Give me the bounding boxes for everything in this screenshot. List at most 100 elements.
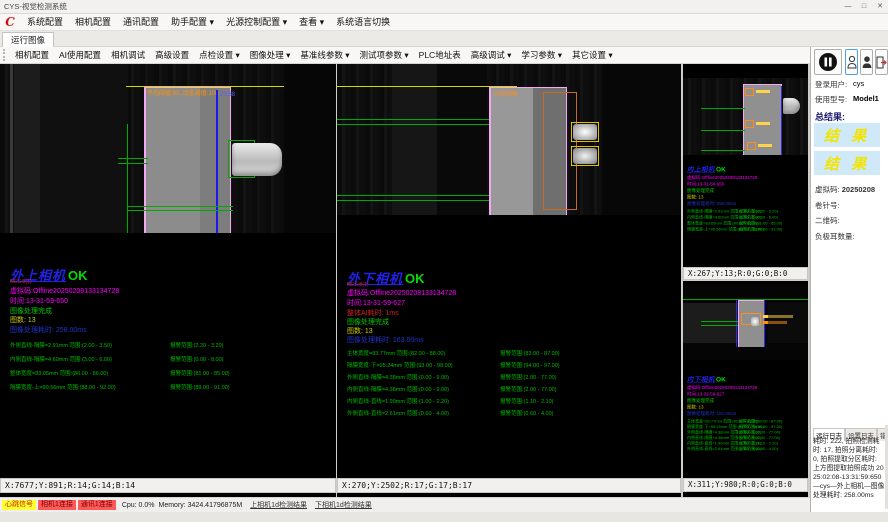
band (768, 303, 808, 343)
minimize-button[interactable]: — (840, 0, 856, 14)
band (602, 64, 681, 215)
measurement-row: 整体宽度=83.05mm 范围:(80.00 - 86.00)报警范围:(81.… (10, 369, 230, 383)
tool-test-params[interactable]: 测试项参数 ▾ (355, 49, 414, 61)
camera-pane-inner-lower[interactable]: 内下相机OK 虚拟码:Offline20250208133134728 时间:1… (683, 281, 808, 497)
toolbar: 相机配置 AI使用配置 相机调试 高级设置 点检设置 ▾ 图像处理 ▾ 基准线参… (0, 47, 810, 64)
measurement-row: 外侧直线-隔膜=2.91mm 范围:(2.00 - 3.50)报警范围:(2.2… (10, 341, 230, 355)
electrode-tab (573, 148, 597, 164)
electrode-tab (573, 124, 597, 140)
camera1-image: 平均阈值:93, 动态阈值:100 23.88 (0, 64, 336, 233)
login-user-button[interactable] (845, 49, 858, 75)
window-bottom-strip (0, 512, 888, 522)
tool-ai-config[interactable]: AI使用配置 (54, 49, 106, 61)
tiny-label-mark (758, 144, 772, 147)
title-bar: CYS-视觉检测系统 (0, 0, 888, 14)
edge-line (10, 64, 13, 233)
measurement-list: 主体宽度=83.77mm 范围:(82.00 - 88.00)报警范围:(83.… (347, 349, 560, 421)
tool-camera-debug[interactable]: 相机调试 (106, 49, 150, 61)
upper-camera-1d-result-link[interactable]: 上相机1d检测结果 (250, 500, 307, 510)
green-measure-line (701, 108, 745, 109)
needle-label: 卷针号: (815, 200, 840, 211)
process-elapsed: 图像处理耗时: 163.00ms (687, 410, 807, 417)
camera4-ok-status: OK (716, 376, 726, 384)
side-panel: 登录用户: cys 使用型号: Model1 总结果: 结 果 结 果 虚拟码:… (810, 47, 888, 512)
capture-time: 时间:13-31-59-627 (347, 298, 405, 308)
pane-divider (683, 280, 808, 281)
measurement-row: 内侧直线-隔膜=4.38mm 范围:(0.00 - 9.00)报警范围:(2.0… (347, 385, 560, 397)
electrode-tab (751, 317, 759, 326)
ai-box-label: AI检测框 (494, 89, 518, 98)
blue-measure-line (216, 90, 218, 233)
maximize-button[interactable]: □ (856, 0, 872, 14)
tool-baseline-params[interactable]: 基准线参数 ▾ (295, 49, 354, 61)
band (40, 64, 128, 233)
virtual-code-label: 虚拟码: (815, 185, 840, 194)
pane-divider (336, 64, 337, 497)
menu-comm-config[interactable]: 通讯配置 (117, 14, 165, 30)
green-measure-line (127, 210, 233, 211)
menu-bar: C 系统配置 相机配置 通讯配置 助手配置 ▾ 光源控制配置 ▾ 查看 ▾ 系统… (0, 14, 888, 31)
tool-advanced-debug[interactable]: 高级调试 ▾ (466, 49, 517, 61)
tool-plc-address[interactable]: PLC地址表 (414, 49, 466, 61)
negative-tab-count-label: 负极耳数量: (815, 231, 855, 242)
camera3-ok-status: OK (716, 166, 726, 174)
green-measure-line (127, 206, 233, 207)
main-image-area: 平均阈值:93, 动态阈值:100 23.88 外上相机OK MES:B(1) … (0, 64, 810, 497)
exit-door-icon (876, 56, 887, 69)
camera3-image (683, 78, 808, 155)
tool-other-settings[interactable]: 其它设置 ▾ (567, 49, 618, 61)
camera3-overlay: 内上相机OK 虚拟码:Offline20250208133134728 时间:1… (687, 164, 807, 233)
tab-run-image[interactable]: 运行图像 (2, 32, 54, 47)
menu-camera-config[interactable]: 相机配置 (69, 14, 117, 30)
camera3-pixel-status: X:267;Y:13;R:0;G:0;B:0 (683, 267, 808, 280)
green-measure-line (337, 119, 495, 120)
menu-language-switch[interactable]: 系统语言切换 (330, 14, 396, 30)
camera-pane-inner-upper[interactable]: 内上相机OK 虚拟码:Offline20250208133134728 时间:1… (683, 64, 808, 281)
measurement-list: 外侧直线-隔膜=2.91mm 范围:(2.00 - 3.50)报警范围:(2.2… (10, 341, 230, 397)
camera4-name: 内下相机 (687, 376, 715, 384)
menu-assistant-config[interactable]: 助手配置 ▾ (165, 14, 220, 30)
camera2-ok-status: OK (405, 271, 425, 286)
result-block-upper: 结 果 (814, 123, 880, 147)
green-measure-line (337, 124, 495, 125)
menu-light-control[interactable]: 光源控制配置 ▾ (220, 14, 293, 30)
camera-pane-outer-lower[interactable]: AI检测框 外下相机OK MES:B(1) 虚拟码:Offline2025020… (337, 64, 681, 497)
camera-pane-outer-upper[interactable]: 平均阈值:93, 动态阈值:100 23.88 外上相机OK MES:B(1) … (0, 64, 336, 497)
exit-button[interactable] (875, 49, 888, 75)
virtual-code-row: 虚拟码: 20250208 (815, 184, 875, 195)
capture-time: 时间:13-31-59-650 (10, 296, 68, 306)
camera4-overlay: 内下相机OK 虚拟码:Offline20250208133134728 时间:1… (687, 374, 807, 452)
pause-button[interactable] (814, 49, 842, 75)
menu-system-config[interactable]: 系统配置 (21, 14, 69, 30)
login-user-label: 登录用户: (815, 79, 847, 90)
band (683, 303, 738, 343)
tool-spot-check[interactable]: 点检设置 ▾ (194, 49, 245, 61)
tool-learning-params[interactable]: 学习参数 ▾ (516, 49, 567, 61)
close-button[interactable]: ✕ (872, 0, 888, 14)
model-value[interactable]: Model1 (853, 94, 879, 103)
camera4-pixel-status: X:311;Y:980;R:0;G:0;B:0 (683, 478, 808, 492)
comm1-connect-badge: 通讯1连接 (78, 500, 116, 510)
roi-marker (747, 142, 756, 150)
tool-image-processing[interactable]: 图像处理 ▾ (245, 49, 296, 61)
log-text: 耗时: 222, 拍照检测耗时: 17, 拍照分离耗时: 0, 拍照提取分区耗时… (813, 437, 885, 500)
cpu-usage: Cpu: 0.0% (122, 502, 155, 509)
measurement-row: 外侧直线-直线=2.61mm 范围:(0.60 - 4.00)报警范围:(0.6… (347, 409, 560, 421)
user-check-icon (847, 55, 857, 69)
tool-advanced-settings[interactable]: 高级设置 (150, 49, 194, 61)
tool-camera-config[interactable]: 相机配置 (10, 49, 54, 61)
lower-camera-1d-result-link[interactable]: 下相机1d检测结果 (315, 500, 372, 510)
tiny-label-mark (756, 122, 770, 125)
band (14, 64, 40, 233)
green-measure-line (701, 130, 745, 131)
measurement-row: 隔膜宽度-上=90.56mm 范围:(88.00 - 92.00)报警范围:(8… (10, 383, 230, 397)
electrode-tab (783, 98, 800, 114)
user-manage-button[interactable] (860, 49, 873, 75)
blue-measure-line (781, 86, 782, 155)
process-elapsed: 图像处理耗时: 258.00ms (687, 200, 807, 207)
tiny-label-mark (756, 90, 770, 93)
blue-measure-value: 23.88 (220, 92, 235, 98)
menu-view[interactable]: 查看 ▾ (293, 14, 330, 30)
camera1-ok-status: OK (68, 268, 88, 283)
green-measure-line (118, 163, 148, 164)
